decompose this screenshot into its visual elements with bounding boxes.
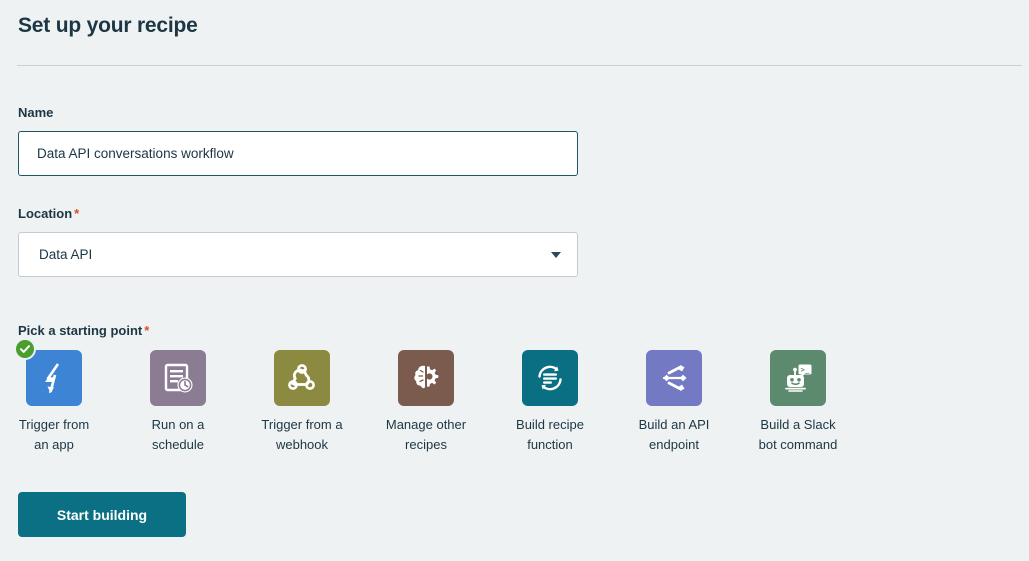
- starting-point-option-label: Trigger from a webhook: [247, 415, 357, 455]
- starting-point-tile[interactable]: [522, 350, 578, 406]
- location-field-label: Location *: [18, 206, 79, 221]
- starting-point-option-label: Manage other recipes: [371, 415, 481, 455]
- starting-point-tile[interactable]: [646, 350, 702, 406]
- option-label-line-1: Build an API: [638, 417, 710, 432]
- starting-point-option-label: Trigger from an app: [0, 415, 109, 455]
- starting-point-option[interactable]: Run on a schedule: [123, 350, 233, 455]
- starting-point-option[interactable]: Trigger from a webhook: [247, 350, 357, 455]
- lightning-bolt-icon: [39, 361, 69, 395]
- option-label-line-1: Build recipe: [516, 417, 584, 432]
- document-clock-icon: [162, 362, 194, 394]
- option-label-line-1: Trigger from: [18, 417, 90, 432]
- option-label-line-1: Manage other: [385, 417, 467, 432]
- option-label-line-2: function: [527, 437, 573, 452]
- svg-text:>_: >_: [801, 365, 810, 374]
- option-label-line-2: schedule: [151, 437, 205, 452]
- start-building-button[interactable]: Start building: [18, 492, 186, 537]
- starting-point-option[interactable]: Trigger from an app: [0, 338, 109, 455]
- option-label-line-2: recipes: [405, 437, 447, 452]
- option-label-line-1: Trigger from a: [261, 417, 343, 432]
- option-label-line-1: Build a Slack: [760, 417, 836, 432]
- starting-point-option[interactable]: Manage other recipes: [371, 350, 481, 455]
- option-label-line-2: bot command: [758, 437, 838, 452]
- option-label-line-2: webhook: [275, 437, 329, 452]
- page-title: Set up your recipe: [18, 14, 198, 37]
- recipe-function-icon: [534, 362, 566, 394]
- starting-point-tile[interactable]: [398, 350, 454, 406]
- starting-point-option-label: Run on a schedule: [123, 415, 233, 455]
- check-icon: [19, 343, 31, 355]
- chevron-down-icon: [551, 252, 561, 258]
- header-divider: [17, 65, 1022, 66]
- option-label-line-2: endpoint: [649, 437, 699, 452]
- starting-point-option-label: Build a Slack bot command: [743, 415, 853, 455]
- setup-recipe-page: Set up your recipe Name Location* Data A…: [0, 0, 1029, 561]
- brain-gear-icon: [410, 362, 442, 394]
- webhook-icon: [286, 362, 318, 394]
- slack-bot-icon: >_: [782, 362, 814, 394]
- recipe-name-input[interactable]: [18, 131, 578, 176]
- api-endpoint-icon: [658, 362, 690, 394]
- option-label-line-2: an app: [34, 437, 74, 452]
- option-label-line-1: Run on a: [151, 417, 205, 432]
- starting-point-option-label: Build an API endpoint: [619, 415, 729, 455]
- starting-point-tile[interactable]: [274, 350, 330, 406]
- starting-point-option[interactable]: >_ Build a Slack bot command: [743, 350, 853, 455]
- starting-point-option[interactable]: Build an API endpoint: [619, 350, 729, 455]
- name-label-text: Name: [18, 105, 54, 120]
- location-select[interactable]: Data API: [18, 232, 578, 277]
- starting-point-tile[interactable]: [150, 350, 206, 406]
- location-required-marker: *: [74, 206, 80, 221]
- starting-point-option-label: Build recipe function: [495, 415, 605, 455]
- starting-point-tile[interactable]: >_: [770, 350, 826, 406]
- starting-point-label: Pick a starting point *: [18, 323, 149, 338]
- selected-check-badge: [14, 338, 36, 360]
- starting-point-label-text: Pick a starting point: [18, 323, 143, 338]
- starting-point-tile[interactable]: [14, 338, 82, 406]
- starting-point-option[interactable]: Build recipe function: [495, 350, 605, 455]
- location-label-text: Location: [18, 206, 73, 221]
- starting-point-required-marker: *: [144, 323, 150, 338]
- name-field-label: Name: [18, 105, 53, 120]
- location-selected-value: Data API: [39, 247, 93, 262]
